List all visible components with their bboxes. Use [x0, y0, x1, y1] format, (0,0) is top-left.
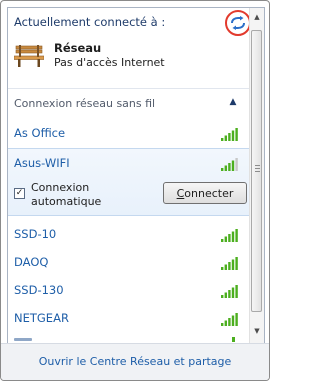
signal-bar: [221, 239, 224, 242]
scroll-down-icon[interactable]: ▼: [250, 324, 264, 338]
wifi-network-item[interactable]: As Office: [8, 119, 249, 147]
scrollbar-thumb[interactable]: [251, 30, 262, 312]
signal-bar: [224, 264, 227, 270]
auto-connect-row: ✓ Connexion automatique Connecter: [14, 180, 247, 212]
signal-bar: [224, 292, 227, 298]
divider: [8, 88, 249, 89]
network-list: Actuellement connecté à : Réseau Pas d'a…: [8, 8, 249, 343]
signal-bar: [221, 323, 224, 326]
wifi-signal-icon: [232, 337, 235, 342]
signal-bar: [228, 290, 231, 298]
wifi-signal-icon: [221, 285, 238, 298]
connected-network: Réseau Pas d'accès Internet: [14, 40, 244, 74]
wifi-network-item[interactable]: SSD-130: [8, 276, 249, 304]
wifi-network-item-selected[interactable]: Asus-WIFI: [8, 149, 249, 177]
connected-header: Actuellement connecté à :: [14, 15, 166, 29]
signal-bar: [228, 318, 231, 326]
signal-bar: [231, 259, 235, 270]
chevron-up-icon[interactable]: ▲: [227, 96, 239, 108]
signal-bar: [221, 295, 224, 298]
signal-bar: [235, 313, 238, 326]
signal-bar: [231, 231, 235, 242]
signal-bar: [221, 138, 224, 141]
network-list-pane: Actuellement connecté à : Réseau Pas d'a…: [7, 7, 265, 344]
section-header-wireless: Connexion réseau sans fil: [14, 97, 156, 110]
wifi-network-item-partial[interactable]: [8, 332, 249, 343]
connect-button[interactable]: Connecter: [163, 182, 247, 204]
signal-bar: [231, 287, 235, 298]
auto-connect-checkbox[interactable]: ✓: [14, 188, 25, 199]
signal-bar: [221, 168, 224, 171]
signal-bar: [231, 315, 235, 326]
wifi-signal-icon: [221, 313, 238, 326]
wifi-signal-icon: [221, 257, 238, 270]
wifi-network-item[interactable]: NETGEAR: [8, 304, 249, 332]
scroll-up-icon[interactable]: ▲: [250, 10, 264, 24]
signal-bar: [228, 163, 231, 171]
signal-bar: [235, 128, 238, 141]
bench-icon: [14, 45, 44, 67]
wifi-signal-icon: [221, 158, 238, 171]
signal-bar: [235, 229, 238, 242]
signal-bar: [228, 234, 231, 242]
wifi-signal-icon: [221, 229, 238, 242]
signal-bar: [231, 130, 235, 141]
wifi-network-name: Asus-WIFI: [14, 156, 70, 170]
signal-bar: [224, 320, 227, 326]
vertical-scrollbar[interactable]: ▲ ▼: [249, 8, 264, 343]
partial-network-name: [14, 338, 32, 341]
wifi-signal-icon: [221, 128, 238, 141]
signal-bar: [235, 285, 238, 298]
refresh-arrows-icon: [231, 16, 245, 30]
signal-bar: [224, 135, 227, 141]
signal-bar: [228, 262, 231, 270]
signal-bar: [224, 165, 227, 171]
connected-network-status: Pas d'accès Internet: [54, 56, 165, 69]
refresh-button[interactable]: [225, 10, 249, 36]
network-flyout: Actuellement connecté à : Réseau Pas d'a…: [0, 0, 270, 381]
wifi-network-item[interactable]: DAOQ: [8, 248, 249, 276]
wifi-network-name: SSD-10: [14, 227, 57, 241]
signal-bar: [235, 257, 238, 270]
footer-bar: Ouvrir le Centre Réseau et partage: [1, 343, 269, 380]
wifi-network-name: SSD-130: [14, 283, 64, 297]
wifi-network-item[interactable]: SSD-10: [8, 220, 249, 248]
wifi-network-name: DAOQ: [14, 255, 49, 269]
signal-bar: [228, 133, 231, 141]
wifi-network-name: As Office: [14, 126, 66, 140]
wifi-network-name: NETGEAR: [14, 311, 69, 325]
signal-bar: [221, 267, 224, 270]
signal-bar: [231, 160, 235, 171]
signal-bar: [235, 158, 238, 171]
auto-connect-label: Connexion automatique: [31, 181, 102, 208]
signal-bar: [224, 236, 227, 242]
open-network-center-link[interactable]: Ouvrir le Centre Réseau et partage: [1, 355, 269, 368]
connected-network-name: Réseau: [54, 41, 102, 55]
